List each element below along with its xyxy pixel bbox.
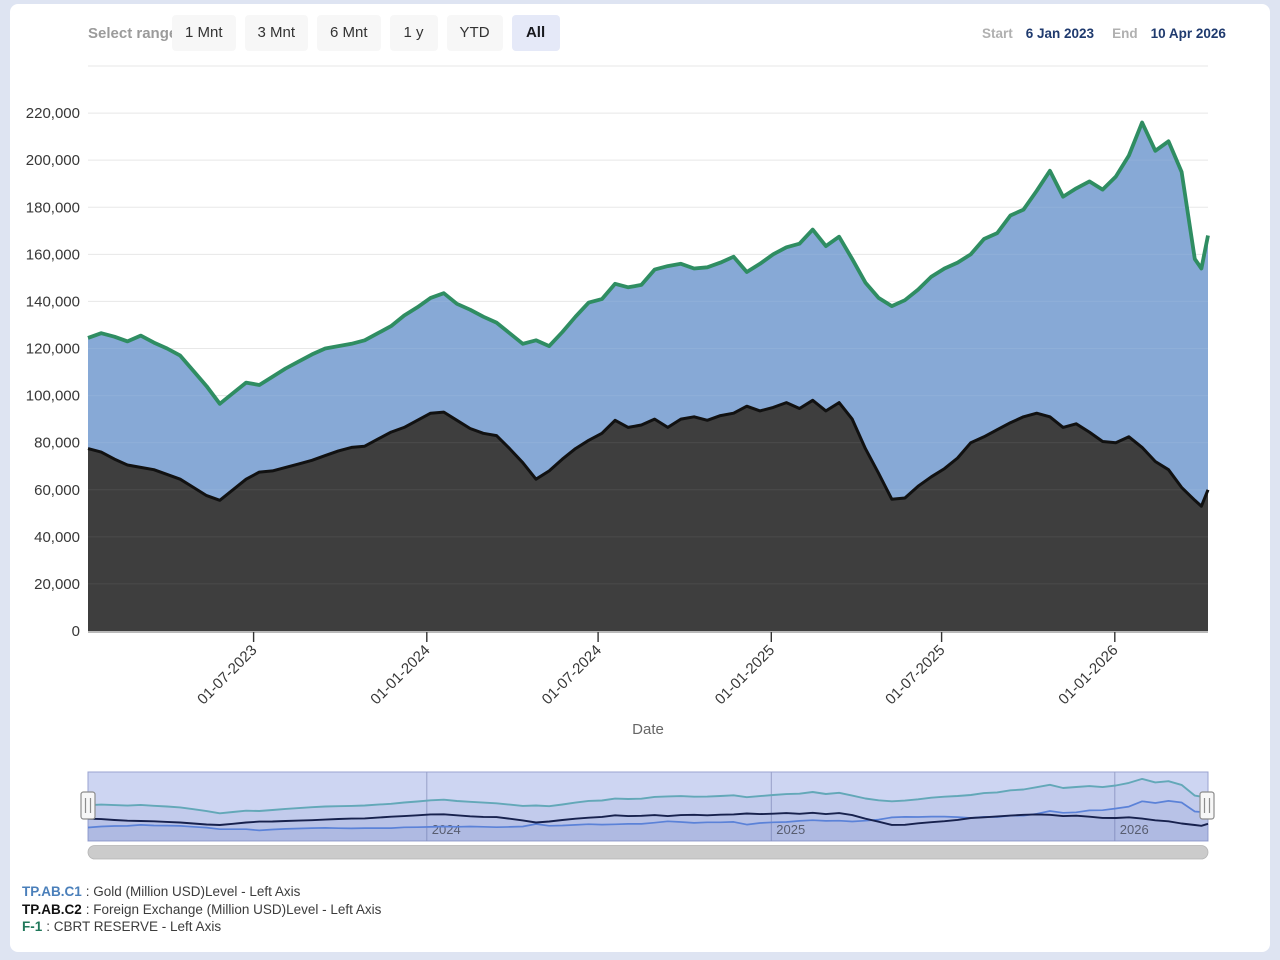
y-tick-label: 60,000: [34, 482, 80, 499]
y-tick-label: 220,000: [26, 105, 80, 122]
date-range: Start 6 Jan 2023 End 10 Apr 2026: [982, 26, 1226, 41]
navigator[interactable]: 202420252026: [81, 772, 1214, 841]
legend-series-desc: : CBRT RESERVE - Left Axis: [46, 919, 221, 934]
legend-series-code: TP.AB.C1: [22, 884, 82, 899]
legend-series-code: F-1: [22, 919, 42, 934]
navigator-handle-right[interactable]: [1200, 792, 1214, 819]
legend-series-code: TP.AB.C2: [22, 902, 82, 917]
y-tick-label: 80,000: [34, 435, 80, 452]
range-selector: 1 Mnt 3 Mnt 6 Mnt 1 y YTD All: [172, 15, 560, 51]
navigator-scrollbar[interactable]: [88, 846, 1208, 860]
x-axis-title: Date: [632, 721, 664, 738]
y-tick-label: 200,000: [26, 152, 80, 169]
range-button-all[interactable]: All: [512, 15, 560, 51]
range-button-6mnt[interactable]: 6 Mnt: [317, 15, 381, 51]
y-axis-labels: 0 20,000 40,000 60,000 80,000 100,000 120,000 1…: [26, 105, 80, 640]
y-tick-label: 100,000: [26, 388, 80, 405]
legend-series-desc: : Gold (Million USD)Level - Left Axis: [86, 884, 301, 899]
y-tick-label: 40,000: [34, 529, 80, 546]
x-tick-label: 01-01-2024: [367, 642, 433, 708]
x-axis-ticks: [254, 632, 1115, 642]
range-button-1y[interactable]: 1 y: [390, 15, 438, 51]
x-tick-label: 01-01-2025: [712, 642, 778, 708]
reserves-stacked-area-chart[interactable]: 0 20,000 40,000 60,000 80,000 100,000 120,000 1…: [0, 0, 1280, 960]
legend-item-fx: TP.AB.C2 : Foreign Exchange (Million USD)…: [22, 901, 381, 919]
x-tick-label: 01-07-2023: [194, 642, 260, 708]
y-tick-label: 0: [72, 623, 80, 640]
legend-item-gold: TP.AB.C1 : Gold (Million USD)Level - Left…: [22, 883, 381, 901]
range-button-ytd[interactable]: YTD: [447, 15, 503, 51]
x-axis-labels: 01-07-2023 01-01-2024 01-07-2024 01-01-2025…: [194, 642, 1121, 708]
y-tick-label: 140,000: [26, 293, 80, 310]
start-date-value[interactable]: 6 Jan 2023: [1026, 26, 1094, 41]
end-date-value[interactable]: 10 Apr 2026: [1151, 26, 1226, 41]
range-button-1mnt[interactable]: 1 Mnt: [172, 15, 236, 51]
y-tick-label: 160,000: [26, 246, 80, 263]
x-tick-label: 01-07-2025: [882, 642, 948, 708]
y-tick-label: 180,000: [26, 199, 80, 216]
y-tick-label: 120,000: [26, 341, 80, 358]
end-label: End: [1112, 26, 1138, 41]
y-tick-label: 20,000: [34, 576, 80, 593]
navigator-handle-left[interactable]: [81, 792, 95, 819]
x-tick-label: 01-07-2024: [539, 642, 605, 708]
legend-item-total: F-1 : CBRT RESERVE - Left Axis: [22, 918, 381, 936]
chart-legend: TP.AB.C1 : Gold (Million USD)Level - Left…: [22, 883, 381, 936]
range-button-3mnt[interactable]: 3 Mnt: [245, 15, 309, 51]
x-tick-label: 01-01-2026: [1055, 642, 1121, 708]
select-range-label: Select range: [88, 25, 177, 42]
legend-series-desc: : Foreign Exchange (Million USD)Level - …: [86, 902, 382, 917]
start-label: Start: [982, 26, 1013, 41]
